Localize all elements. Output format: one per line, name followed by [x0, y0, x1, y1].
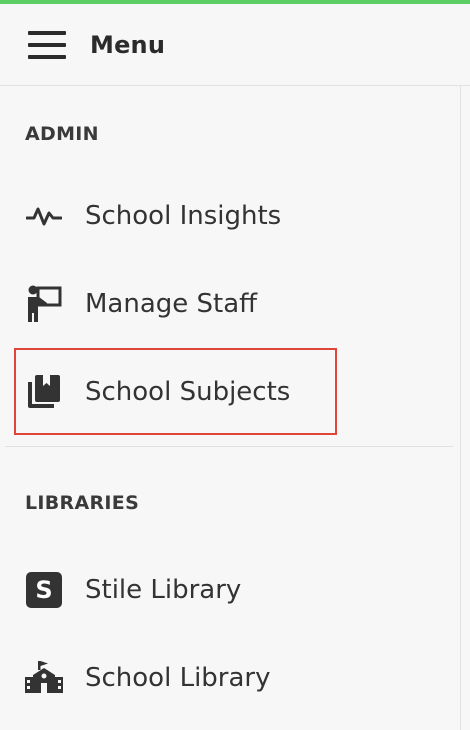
nav-item-stile-library[interactable]: S Stile Library: [24, 560, 404, 620]
menu-panel: Menu ADMIN School Insights Manage Staff: [0, 0, 470, 730]
nav-label-stile-library: Stile Library: [85, 575, 242, 605]
pulse-icon: [24, 196, 64, 236]
menu-title: Menu: [90, 30, 166, 59]
nav-label-school-insights: School Insights: [85, 201, 282, 231]
school-building-icon: [24, 658, 64, 698]
section-divider: [5, 446, 453, 447]
nav-label-manage-staff: Manage Staff: [85, 289, 258, 319]
hamburger-menu-icon[interactable]: [28, 30, 68, 59]
stile-s-glyph: S: [26, 572, 62, 608]
section-heading-libraries: LIBRARIES: [25, 492, 140, 514]
nav-label-school-subjects: School Subjects: [85, 377, 291, 407]
menu-header: Menu: [0, 4, 470, 86]
section-heading-admin: ADMIN: [25, 123, 99, 145]
books-icon: [24, 372, 64, 412]
nav-item-school-library[interactable]: School Library: [24, 648, 404, 708]
nav-item-school-subjects[interactable]: School Subjects: [24, 362, 404, 422]
stile-s-icon: S: [24, 570, 64, 610]
nav-item-school-insights[interactable]: School Insights: [24, 186, 404, 246]
scrollbar-track[interactable]: [460, 86, 470, 730]
nav-label-school-library: School Library: [85, 663, 271, 693]
teacher-board-icon: [24, 284, 64, 324]
nav-item-manage-staff[interactable]: Manage Staff: [24, 274, 404, 334]
